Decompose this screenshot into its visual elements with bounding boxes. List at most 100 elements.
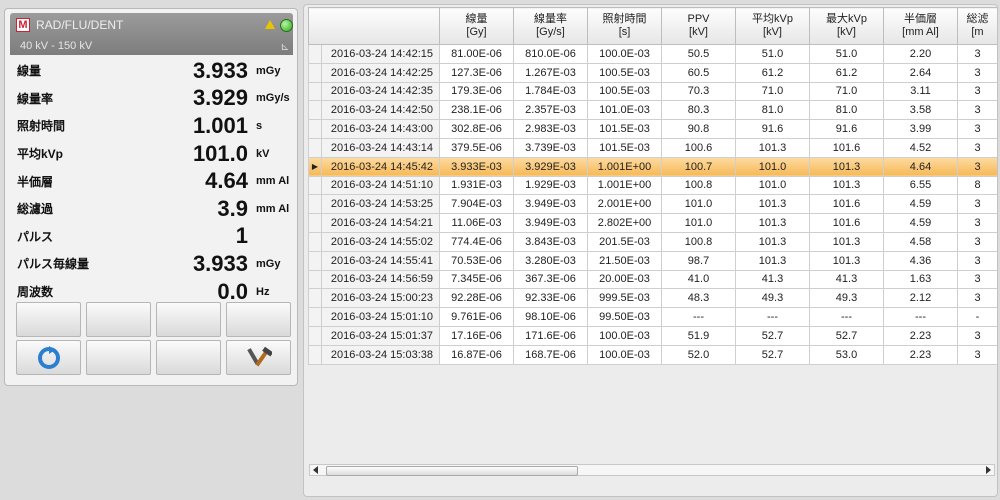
column-header[interactable]: 最大kVp [kV] (809, 7, 884, 45)
table-row[interactable]: 2016-03-24 14:51:10 1.931E-03 1.929E-03 1.0… (308, 175, 997, 196)
table-cell: 51.0 (735, 44, 810, 64)
table-cell: 3 (957, 81, 997, 102)
table-cell: 11.06E-03 (439, 213, 514, 233)
row-indicator (308, 194, 322, 215)
table-cell: 238.1E-06 (439, 100, 514, 121)
function-button-4[interactable] (226, 302, 291, 337)
table-row[interactable]: 2016-03-24 14:43:00 302.8E-06 2.983E-03 101… (308, 119, 997, 139)
column-header-name: 半価層 (904, 13, 937, 25)
table-row[interactable]: 2016-03-24 14:56:59 7.345E-06 367.3E-06 20.… (308, 269, 997, 290)
column-header[interactable]: 線量率 [Gy/s] (513, 7, 588, 45)
table-cell: 21.50E-03 (587, 250, 662, 271)
table-row[interactable]: 2016-03-24 14:43:14 379.5E-06 3.739E-03 101… (308, 137, 997, 158)
row-indicator (308, 175, 322, 196)
tools-button[interactable] (226, 340, 291, 375)
table-cell: 810.0E-06 (513, 44, 588, 64)
row-indicator (308, 325, 322, 346)
scroll-left-arrow-icon[interactable] (313, 466, 318, 474)
column-header[interactable]: 総滤 [m (957, 7, 997, 45)
warning-icon (265, 20, 275, 29)
table-cell: 101.3 (735, 213, 810, 233)
tools-icon (246, 346, 272, 367)
table-cell: 101.0 (735, 156, 810, 177)
table-cell: 101.5E-03 (587, 137, 662, 158)
table-row[interactable]: 2016-03-24 14:42:15 81.00E-06 810.0E-06 100… (308, 44, 997, 64)
table-cell: 2.802E+00 (587, 213, 662, 233)
table-row[interactable]: 2016-03-24 15:00:23 92.28E-06 92.33E-06 999… (308, 288, 997, 309)
column-header-unit: [kV] (837, 26, 856, 38)
refresh-button[interactable] (16, 340, 81, 375)
measurement-value: 0.0 (217, 278, 248, 304)
table-row[interactable]: 2016-03-24 15:01:37 17.16E-06 171.6E-06 100… (308, 325, 997, 346)
table-cell: 71.0 (735, 81, 810, 102)
table-row[interactable]: ▶ 2016-03-24 14:45:42 3.933E-03 3.929E-03 1.… (308, 156, 997, 177)
table-cell: 1.931E-03 (439, 175, 514, 196)
table-cell: 999.5E-03 (587, 288, 662, 309)
table-cell: 100.8 (661, 175, 736, 196)
table-row[interactable]: 2016-03-24 15:01:10 9.761E-06 98.10E-06 99.… (308, 307, 997, 327)
function-button-3[interactable] (156, 302, 221, 337)
table-cell: 3.949E-03 (513, 213, 588, 233)
chart-toggle-icon[interactable]: ⊾ (279, 41, 291, 53)
function-button-7[interactable] (156, 340, 221, 375)
table-cell: 127.3E-06 (439, 62, 514, 83)
function-button-1[interactable] (16, 302, 81, 337)
table-cell: 774.4E-06 (439, 231, 514, 252)
horizontal-scrollbar[interactable] (309, 464, 995, 476)
column-header[interactable]: 半価層 [mm Al] (883, 7, 958, 45)
column-header[interactable]: 線量 [Gy] (439, 7, 514, 45)
table-row[interactable]: 2016-03-24 14:53:25 7.904E-03 3.949E-03 2.0… (308, 194, 997, 215)
timestamp-cell: 2016-03-24 14:55:02 (321, 231, 440, 252)
measurement-label: 総濾過 (17, 202, 54, 217)
column-header[interactable]: 平均kVp [kV] (735, 7, 810, 45)
measurement-row: 線量率 3.929 mGy/s (11, 85, 294, 113)
scrollbar-thumb[interactable] (326, 466, 578, 476)
table-row[interactable]: 2016-03-24 14:42:35 179.3E-06 1.784E-03 100… (308, 81, 997, 102)
column-header[interactable]: PPV [kV] (661, 7, 736, 45)
table-cell: 4.64 (883, 156, 958, 177)
row-indicator (308, 288, 322, 309)
table-cell: 3.280E-03 (513, 250, 588, 271)
table-cell: 2.12 (883, 288, 958, 309)
table-cell: 3 (957, 119, 997, 139)
table-cell: 101.0E-03 (587, 100, 662, 121)
table-cell: 52.0 (661, 344, 736, 365)
table-cell: 41.3 (735, 269, 810, 290)
table-cell: 100.0E-03 (587, 325, 662, 346)
measurement-unit: Hz (256, 285, 270, 298)
timestamp-cell: 2016-03-24 14:51:10 (321, 175, 440, 196)
function-button-2[interactable] (86, 302, 151, 337)
measurement-value: 1 (235, 223, 248, 249)
device-mode-label: RAD/FLU/DENT (36, 18, 124, 32)
timestamp-cell: 2016-03-24 14:45:42 (321, 156, 440, 177)
table-row[interactable]: 2016-03-24 14:54:21 11.06E-03 3.949E-03 2.8… (308, 213, 997, 233)
table-cell: 61.2 (809, 62, 884, 83)
scroll-right-arrow-icon[interactable] (986, 466, 991, 474)
column-header-unit: [kV] (763, 26, 782, 38)
measurement-value: 4.64 (205, 168, 248, 194)
table-row[interactable]: 2016-03-24 14:55:02 774.4E-06 3.843E-03 201… (308, 231, 997, 252)
measurement-label: パルス (17, 229, 54, 244)
table-header-row: 線量 [Gy] 線量率 [Gy/s] 照射時間 [s] PPV [kV] 平均kVp [kV] 最大… (308, 7, 997, 45)
measurement-unit: s (256, 119, 263, 132)
table-row[interactable]: 2016-03-24 15:03:38 16.87E-06 168.7E-06 100… (308, 344, 997, 365)
table-cell: 52.7 (735, 344, 810, 365)
column-header-unit: [m (971, 26, 984, 38)
table-cell: 81.0 (809, 100, 884, 121)
table-cell: 99.50E-03 (587, 307, 662, 327)
table-cell: 4.59 (883, 213, 958, 233)
timestamp-header (308, 7, 440, 45)
timestamp-cell: 2016-03-24 14:53:25 (321, 194, 440, 215)
app-logo-icon: M (16, 18, 30, 32)
function-button-6[interactable] (86, 340, 151, 375)
timestamp-cell: 2016-03-24 15:00:23 (321, 288, 440, 309)
table-cell: 4.52 (883, 137, 958, 158)
table-row[interactable]: 2016-03-24 14:42:25 127.3E-06 1.267E-03 100… (308, 62, 997, 83)
column-header[interactable]: 照射時間 [s] (587, 7, 662, 45)
table-cell: 52.7 (735, 325, 810, 346)
table-cell: 101.3 (809, 250, 884, 271)
table-cell: 1.001E+00 (587, 156, 662, 177)
table-row[interactable]: 2016-03-24 14:55:41 70.53E-06 3.280E-03 21.… (308, 250, 997, 271)
table-cell: 101.3 (735, 250, 810, 271)
table-row[interactable]: 2016-03-24 14:42:50 238.1E-06 2.357E-03 101… (308, 100, 997, 121)
